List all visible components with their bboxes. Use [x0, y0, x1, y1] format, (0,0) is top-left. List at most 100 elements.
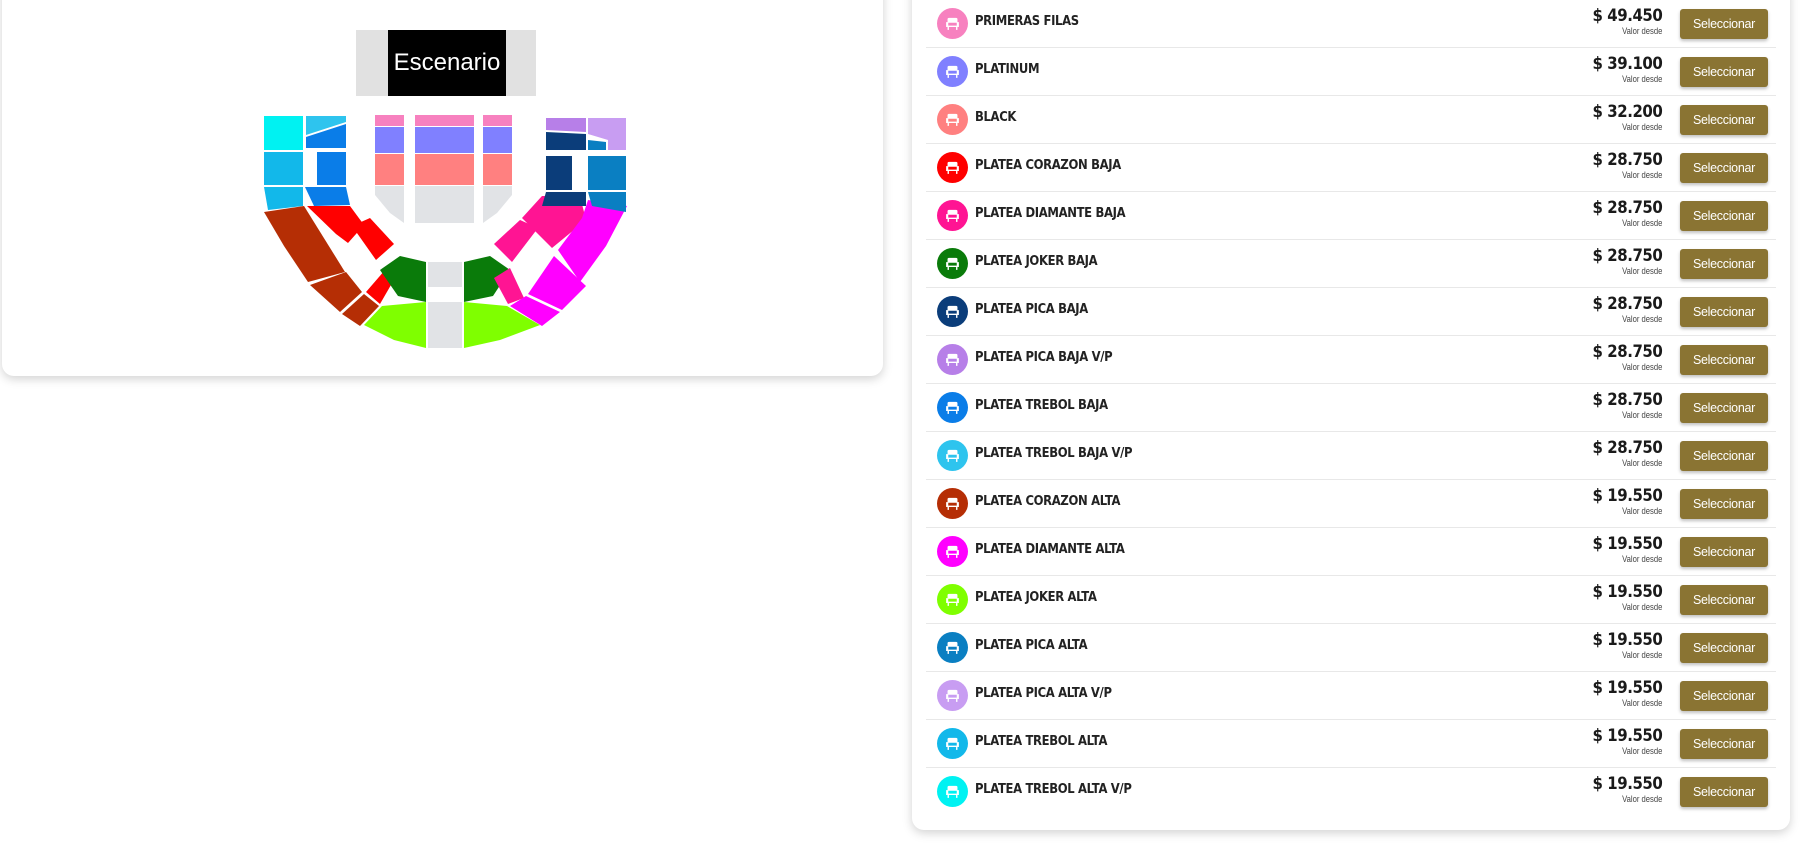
section-joker-baja-left[interactable] [380, 256, 426, 302]
price-block: $ 32.200 Valor desde [1583, 102, 1662, 132]
section-corazon-baja-mid[interactable] [352, 218, 394, 260]
section-primeras-filas-center[interactable] [415, 115, 474, 126]
price-block: $ 28.750 Valor desde [1583, 342, 1662, 372]
section-primeras-filas-right[interactable] [483, 115, 512, 126]
category-price: $ 28.750 [1592, 198, 1662, 218]
ticket-category-row: PLATEA TREBOL BAJA $ 28.750 Valor desde … [926, 384, 1776, 432]
category-name: BLACK [975, 109, 1017, 125]
category-name: PLATEA PICA BAJA V/P [975, 349, 1113, 365]
select-button[interactable]: Seleccionar [1680, 201, 1768, 231]
price-note: Valor desde [1621, 170, 1662, 180]
price-block: $ 19.550 Valor desde [1583, 534, 1662, 564]
price-note: Valor desde [1621, 26, 1662, 36]
price-block: $ 19.550 Valor desde [1583, 726, 1662, 756]
price-note: Valor desde [1621, 602, 1662, 612]
armchair-icon [946, 65, 959, 78]
section-floor-right [483, 186, 512, 223]
venue-seat-map: Escenario [264, 30, 627, 348]
category-price: $ 28.750 [1592, 438, 1662, 458]
select-button[interactable]: Seleccionar [1680, 489, 1768, 519]
ticket-category-row: PLATEA PICA BAJA V/P $ 28.750 Valor desd… [926, 336, 1776, 384]
section-primeras-filas-left[interactable] [375, 115, 404, 126]
select-button[interactable]: Seleccionar [1680, 105, 1768, 135]
price-block: $ 19.550 Valor desde [1583, 630, 1662, 660]
section-pica-baja[interactable] [546, 132, 586, 150]
category-name: PLATEA TREBOL ALTA V/P [975, 781, 1132, 797]
price-note: Valor desde [1621, 410, 1662, 420]
category-name: PLATEA PICA ALTA [975, 637, 1088, 653]
section-platinum-center[interactable] [415, 127, 474, 153]
section-platinum-right[interactable] [483, 127, 512, 153]
select-button[interactable]: Seleccionar [1680, 345, 1768, 375]
price-note: Valor desde [1621, 554, 1662, 564]
ticket-category-row: PLATEA PICA BAJA $ 28.750 Valor desde Se… [926, 288, 1776, 336]
ticket-category-row: PLATEA TREBOL ALTA V/P $ 19.550 Valor de… [926, 768, 1776, 815]
category-price: $ 28.750 [1592, 390, 1662, 410]
select-button[interactable]: Seleccionar [1680, 633, 1768, 663]
seat-icon [937, 248, 968, 279]
armchair-icon [946, 737, 959, 750]
select-button[interactable]: Seleccionar [1680, 441, 1768, 471]
section-pica-baja-edge[interactable] [542, 192, 586, 206]
category-name: PLATEA DIAMANTE BAJA [975, 205, 1126, 221]
select-button[interactable]: Seleccionar [1680, 9, 1768, 39]
price-note: Valor desde [1621, 746, 1662, 756]
section-black-right[interactable] [483, 154, 512, 185]
section-trebol-alta-lower[interactable] [264, 187, 303, 210]
select-button[interactable]: Seleccionar [1680, 153, 1768, 183]
price-block: $ 19.550 Valor desde [1583, 774, 1662, 804]
price-block: $ 19.550 Valor desde [1583, 678, 1662, 708]
category-price: $ 19.550 [1592, 726, 1662, 746]
armchair-icon [946, 449, 959, 462]
section-pica-alta-small[interactable] [588, 140, 606, 150]
category-price: $ 19.550 [1592, 582, 1662, 602]
armchair-icon [946, 17, 959, 30]
ticket-category-row: PLATEA CORAZON ALTA $ 19.550 Valor desde… [926, 480, 1776, 528]
seat-icon [937, 632, 968, 663]
armchair-icon [946, 257, 959, 270]
ticket-category-row: PLATEA DIAMANTE ALTA $ 19.550 Valor desd… [926, 528, 1776, 576]
ticket-category-row: PLATEA TREBOL BAJA V/P $ 28.750 Valor de… [926, 432, 1776, 480]
section-pica-alta[interactable] [588, 156, 626, 190]
armchair-icon [946, 209, 959, 222]
section-black-center[interactable] [415, 154, 474, 185]
armchair-icon [946, 401, 959, 414]
ticket-category-list: PRIMERAS FILAS $ 49.450 Valor desde Sele… [926, 0, 1776, 815]
seat-icon [937, 344, 968, 375]
seat-icon [937, 776, 968, 807]
section-trebol-alta-vp[interactable] [264, 116, 303, 150]
section-pica-baja-vp[interactable] [546, 118, 586, 132]
ticket-category-row: PLATEA JOKER ALTA $ 19.550 Valor desde S… [926, 576, 1776, 624]
section-platinum-left[interactable] [375, 127, 404, 153]
category-price: $ 28.750 [1592, 294, 1662, 314]
price-block: $ 19.550 Valor desde [1583, 582, 1662, 612]
select-button[interactable]: Seleccionar [1680, 297, 1768, 327]
section-trebol-alta[interactable] [264, 152, 303, 185]
category-name: PLATEA CORAZON ALTA [975, 493, 1121, 509]
price-block: $ 39.100 Valor desde [1583, 54, 1662, 84]
seat-icon [937, 440, 968, 471]
section-floor-left [375, 186, 404, 223]
price-note: Valor desde [1621, 458, 1662, 468]
select-button[interactable]: Seleccionar [1680, 393, 1768, 423]
section-trebol-baja-edge[interactable] [305, 187, 350, 206]
price-note: Valor desde [1621, 506, 1662, 516]
select-button[interactable]: Seleccionar [1680, 681, 1768, 711]
select-button[interactable]: Seleccionar [1680, 729, 1768, 759]
section-trebol-baja-lower[interactable] [317, 152, 346, 185]
select-button[interactable]: Seleccionar [1680, 537, 1768, 567]
ticket-category-row: PLATEA PICA ALTA V/P $ 19.550 Valor desd… [926, 672, 1776, 720]
armchair-icon [946, 113, 959, 126]
select-button[interactable]: Seleccionar [1680, 57, 1768, 87]
section-black-left[interactable] [375, 154, 404, 185]
armchair-icon [946, 641, 959, 654]
category-name: PLATEA PICA BAJA [975, 301, 1088, 317]
price-note: Valor desde [1621, 794, 1662, 804]
select-button[interactable]: Seleccionar [1680, 585, 1768, 615]
ticket-category-row: PLATEA JOKER BAJA $ 28.750 Valor desde S… [926, 240, 1776, 288]
category-price: $ 19.550 [1592, 486, 1662, 506]
select-button[interactable]: Seleccionar [1680, 777, 1768, 807]
section-pica-baja-lower[interactable] [546, 156, 572, 190]
select-button[interactable]: Seleccionar [1680, 249, 1768, 279]
category-name: PLATINUM [975, 61, 1040, 77]
